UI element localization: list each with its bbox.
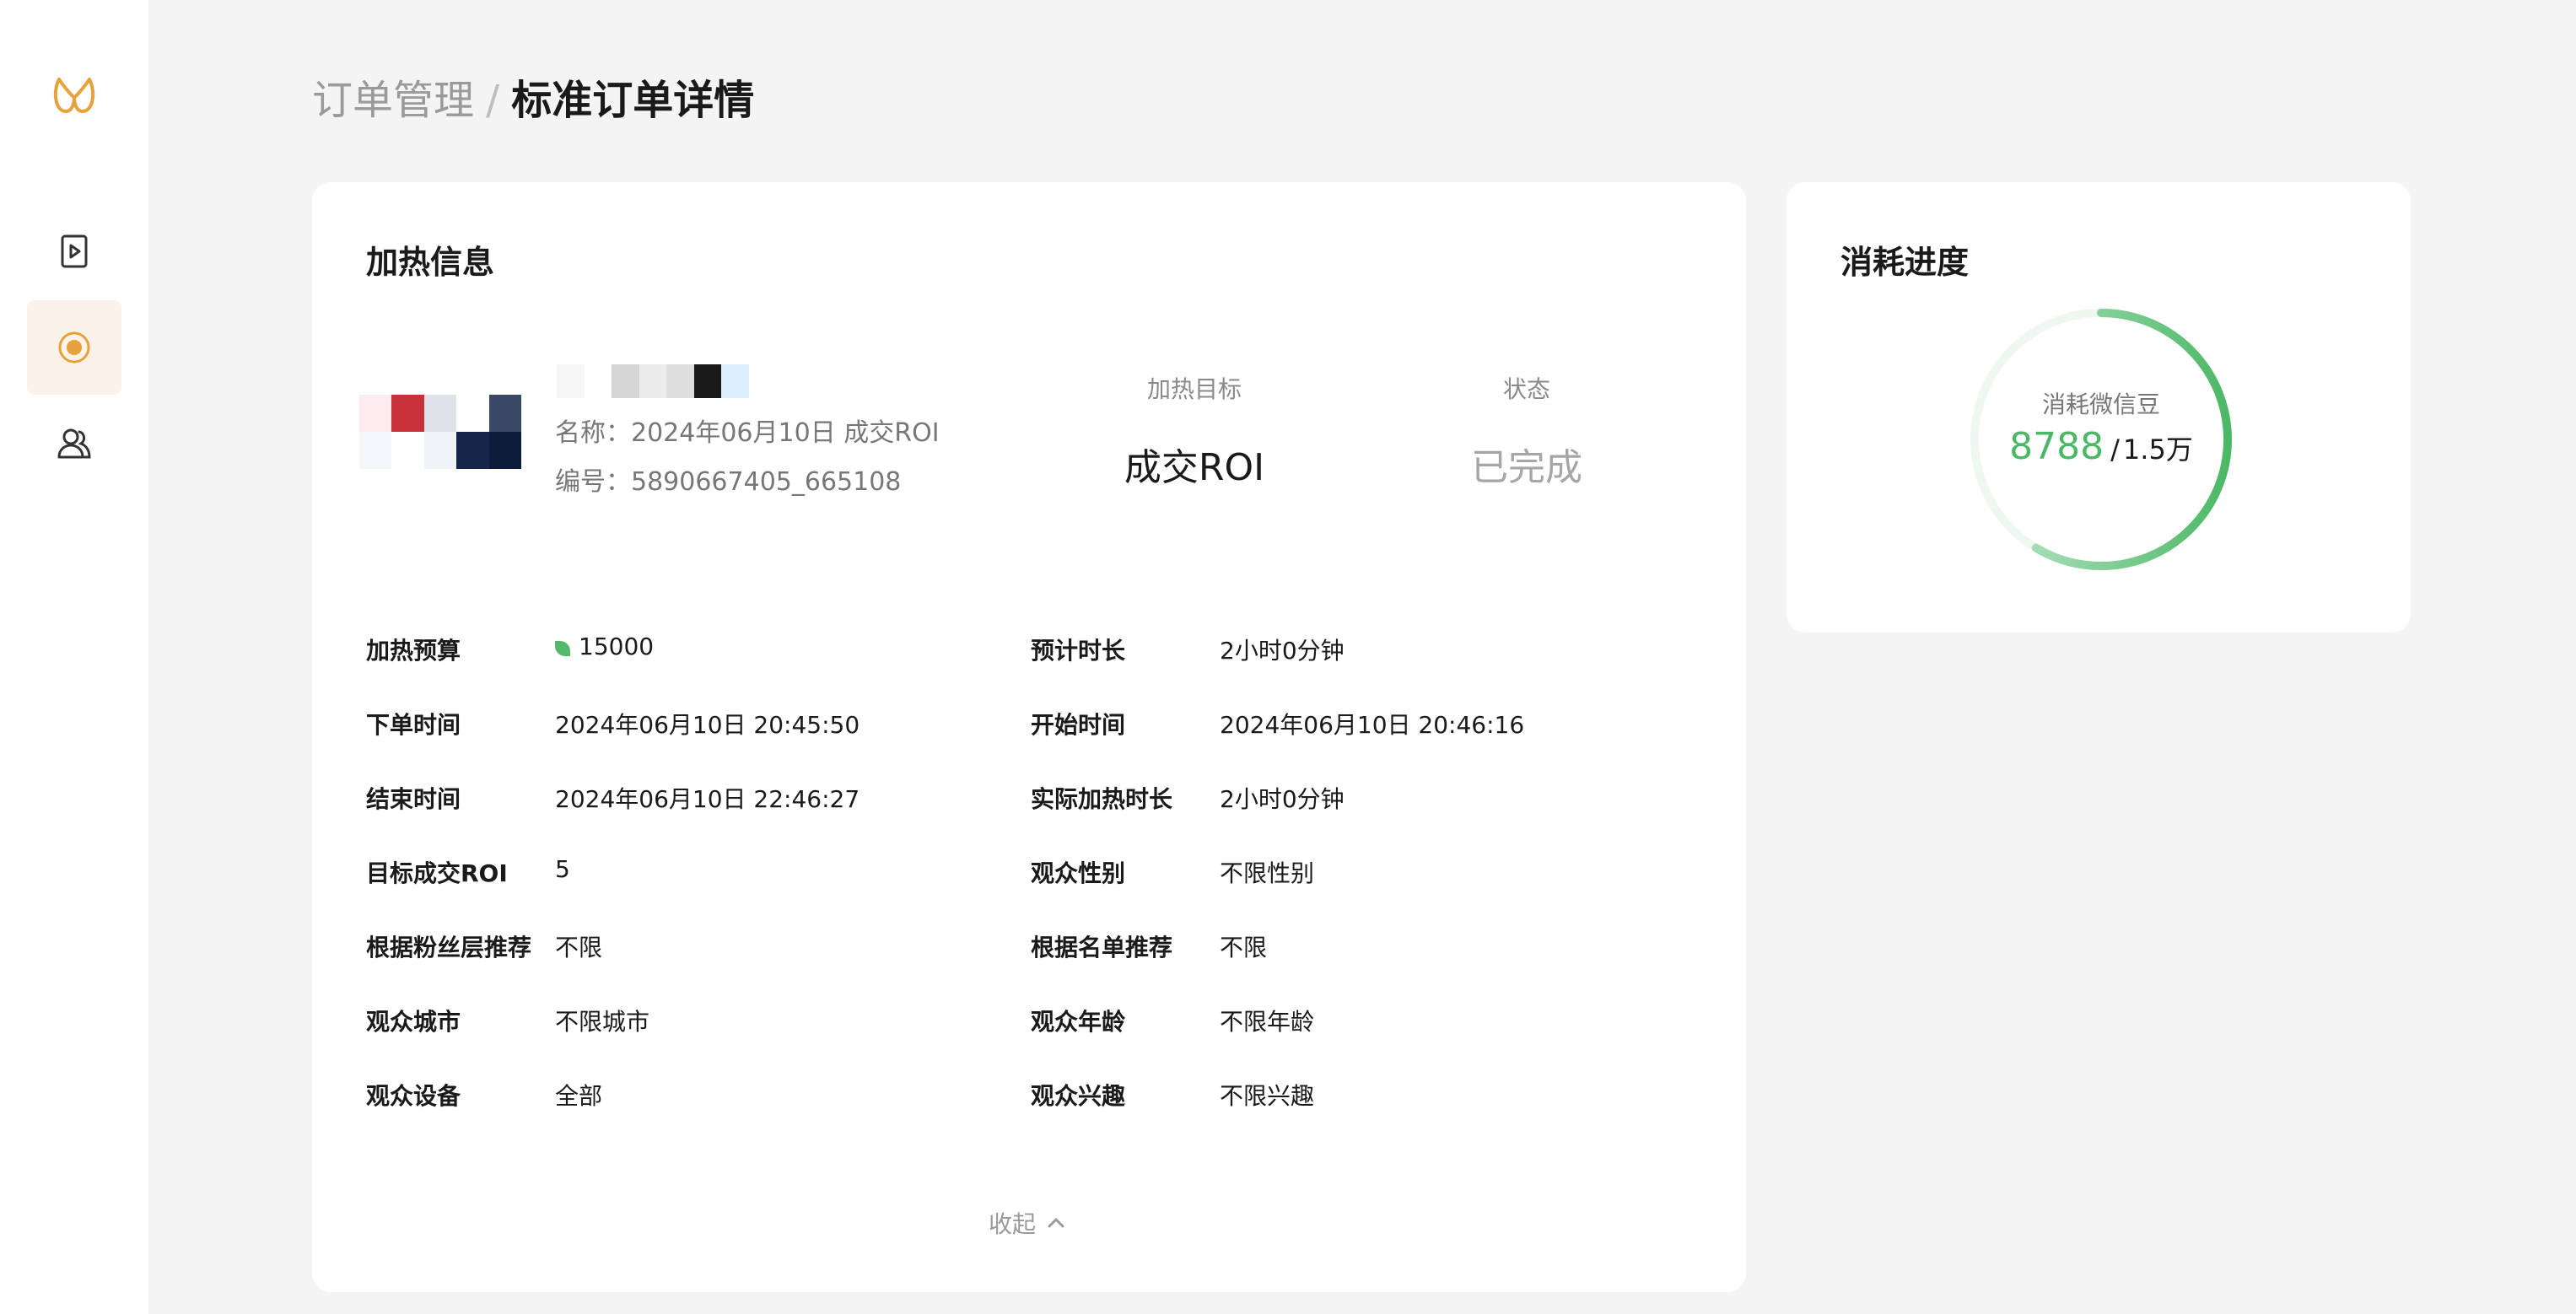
target-value: 成交ROI: [1124, 446, 1265, 489]
heat-info-title: 加热信息: [366, 244, 495, 281]
live-account-avatar-strip: [557, 364, 776, 398]
target-circle-icon: [58, 331, 90, 364]
sidebar: [0, 0, 148, 1314]
detail-value-audience-city: 不限城市: [555, 1008, 650, 1036]
detail-key-audience-gender: 观众性别: [1031, 859, 1126, 887]
detail-key-estimated-duration: 预计时长: [1031, 637, 1126, 665]
ring-value: 8788/1.5万: [1962, 425, 2240, 468]
wechat-bean-icon: [555, 641, 570, 656]
order-name: 名称：2024年06月10日 成交ROI: [555, 412, 940, 449]
detail-value-order-time: 2024年06月10日 20:45:50: [555, 711, 860, 739]
nav-item-orders[interactable]: [27, 300, 121, 395]
order-code: 编号：5890667405_665108: [555, 460, 901, 498]
detail-key-start-time: 开始时间: [1031, 711, 1126, 739]
heat-info-card: 加热信息 名称：2024年06月10日 成交ROI 编号：5890667405_…: [312, 182, 1746, 1292]
order-code-label: 编号：: [555, 467, 631, 497]
detail-value-estimated-duration: 2小时0分钟: [1220, 637, 1345, 665]
collapse-label: 收起: [989, 1210, 1037, 1238]
nav-item-live[interactable]: [27, 204, 121, 299]
play-file-icon: [61, 234, 88, 268]
detail-value-start-time: 2024年06月10日 20:46:16: [1220, 711, 1525, 739]
detail-value-actual-duration: 2小时0分钟: [1220, 785, 1345, 813]
detail-value-audience-gender: 不限性别: [1220, 859, 1315, 887]
detail-value-list-recommend: 不限: [1220, 934, 1268, 961]
detail-value-end-time: 2024年06月10日 22:46:27: [555, 785, 860, 813]
breadcrumb-separator: /: [486, 77, 500, 124]
budget-amount: 15000: [579, 633, 655, 660]
progress-card: 消耗进度 消耗微信豆 8788/1.5万: [1786, 182, 2411, 633]
order-name-label: 名称：: [555, 418, 631, 448]
nav-item-users[interactable]: [27, 396, 121, 491]
ring-label: 消耗微信豆: [2041, 390, 2160, 418]
app-logo-icon[interactable]: [49, 73, 100, 123]
users-icon: [57, 428, 91, 459]
detail-key-order-time: 下单时间: [366, 711, 461, 739]
detail-value-audience-interest: 不限兴趣: [1220, 1082, 1315, 1110]
detail-key-budget: 加热预算: [366, 637, 461, 665]
collapse-button[interactable]: 收起: [989, 1206, 1068, 1240]
page-title: 标准订单详情: [511, 77, 755, 124]
detail-key-end-time: 结束时间: [366, 785, 461, 813]
chevron-up-icon: [1048, 1218, 1064, 1228]
breadcrumb: 订单管理 / 标准订单详情: [312, 71, 754, 130]
breadcrumb-parent[interactable]: 订单管理: [312, 77, 474, 124]
detail-value-audience-age: 不限年龄: [1220, 1008, 1315, 1036]
order-name-value: 2024年06月10日 成交ROI: [631, 418, 940, 448]
status-label: 状态: [1502, 375, 1551, 403]
ring-used-value: 8788: [2009, 425, 2104, 468]
live-thumbnail[interactable]: [359, 395, 521, 506]
ring-separator: /: [2110, 434, 2120, 466]
detail-key-target-roi: 目标成交ROI: [366, 859, 508, 887]
detail-key-audience-device: 观众设备: [366, 1082, 461, 1110]
detail-key-audience-interest: 观众兴趣: [1031, 1082, 1126, 1110]
order-code-value: 5890667405_665108: [631, 467, 902, 497]
detail-key-fan-recommend: 根据粉丝层推荐: [366, 934, 532, 961]
detail-key-actual-duration: 实际加热时长: [1031, 785, 1173, 813]
detail-key-audience-age: 观众年龄: [1031, 1008, 1126, 1036]
detail-value-audience-device: 全部: [555, 1082, 603, 1110]
status-value: 已完成: [1471, 446, 1582, 489]
progress-ring: 消耗微信豆 8788/1.5万: [1962, 300, 2240, 579]
detail-key-list-recommend: 根据名单推荐: [1031, 934, 1173, 961]
detail-value-fan-recommend: 不限: [555, 934, 603, 961]
detail-value-budget: 15000: [555, 633, 654, 660]
detail-value-target-roi: 5: [555, 855, 570, 883]
progress-title: 消耗进度: [1840, 244, 1970, 281]
detail-key-audience-city: 观众城市: [366, 1008, 461, 1036]
target-label: 加热目标: [1146, 375, 1242, 403]
ring-total-value: 1.5万: [2122, 434, 2193, 466]
